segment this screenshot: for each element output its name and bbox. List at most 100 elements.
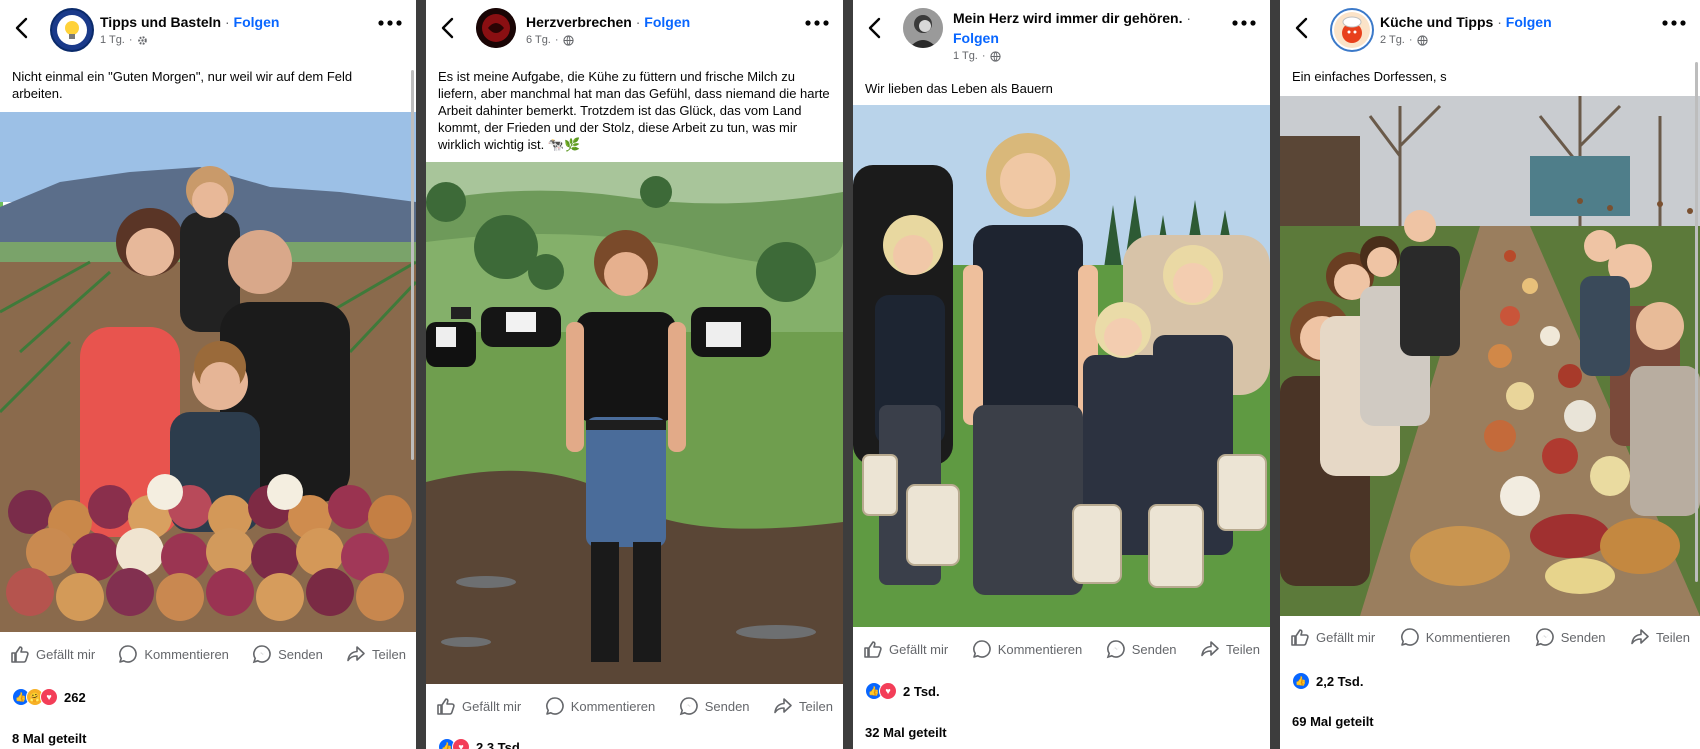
post-caption: Ein einfaches Dorfessen, s xyxy=(1292,69,1447,84)
reaction-count: 262 xyxy=(64,689,86,705)
portrait-icon xyxy=(903,8,943,48)
author-line: Mein Herz wird immer dir gehören. · xyxy=(953,10,1192,26)
send-button[interactable]: Senden xyxy=(252,640,323,668)
comment-button[interactable]: Kommentieren xyxy=(1400,623,1510,651)
like-button[interactable]: Gefällt mir xyxy=(863,635,948,663)
reaction-count: 2,2 Tsd. xyxy=(1316,673,1364,689)
post-image[interactable] xyxy=(1280,96,1700,616)
comment-button[interactable]: Kommentieren xyxy=(545,692,655,720)
share-arrow-icon xyxy=(773,696,793,716)
send-button[interactable]: Senden xyxy=(1535,623,1606,651)
avatar[interactable] xyxy=(1330,8,1374,52)
reaction-count: 2 Tsd. xyxy=(903,683,940,699)
like-button[interactable]: Gefällt mir xyxy=(10,640,95,668)
messenger-icon xyxy=(1106,639,1126,659)
author-line: Küche und Tipps · Folgen xyxy=(1380,14,1552,30)
post-header: Herzverbrechen · Folgen 6 Tg. · xyxy=(426,0,843,58)
scrollbar-thumb[interactable] xyxy=(1695,62,1698,582)
back-arrow-icon[interactable] xyxy=(12,16,32,40)
chef-icon xyxy=(1334,12,1370,48)
post-panel-kueche: Küche und Tipps · Folgen 2 Tg. · Ein ein… xyxy=(1280,0,1700,749)
globe-icon xyxy=(1417,35,1428,46)
post-time[interactable]: 1 Tg. xyxy=(100,34,125,46)
comment-icon xyxy=(1400,627,1420,647)
post-meta: 6 Tg. · xyxy=(526,34,574,46)
reaction-summary[interactable]: 👍 ♥ 2,3 Tsd. xyxy=(438,738,523,749)
follow-button[interactable]: Folgen xyxy=(1506,14,1552,30)
share-count[interactable]: 69 Mal geteilt xyxy=(1292,714,1374,729)
more-options-icon[interactable] xyxy=(1662,20,1686,26)
share-count[interactable]: 32 Mal geteilt xyxy=(865,725,947,740)
author-name[interactable]: Mein Herz wird immer dir gehören. xyxy=(953,10,1183,26)
post-time[interactable]: 1 Tg. xyxy=(953,50,978,62)
love-reaction-icon: ♥ xyxy=(452,738,470,749)
comment-icon xyxy=(118,644,138,664)
thumbs-up-icon xyxy=(863,639,883,659)
post-time[interactable]: 2 Tg. xyxy=(1380,34,1405,46)
avatar[interactable] xyxy=(476,8,516,48)
mother-children-milk-image xyxy=(853,105,1270,627)
share-arrow-icon xyxy=(1630,627,1650,647)
post-image[interactable] xyxy=(853,105,1270,627)
post-meta: 2 Tg. · xyxy=(1380,34,1428,46)
thumbs-up-icon xyxy=(10,644,30,664)
scrollbar-thumb[interactable] xyxy=(411,70,414,460)
comment-button[interactable]: Kommentieren xyxy=(972,635,1082,663)
love-reaction-icon: ♥ xyxy=(40,688,58,706)
reaction-summary[interactable]: 👍 🤗 ♥ 262 xyxy=(12,688,86,706)
back-arrow-icon[interactable] xyxy=(865,16,885,40)
post-actions: Gefällt mir Kommentieren Senden Teilen xyxy=(1280,623,1700,651)
share-count[interactable]: 8 Mal geteilt xyxy=(12,731,86,746)
author-line: Tipps und Basteln · Folgen xyxy=(100,14,280,30)
follow-button[interactable]: Folgen xyxy=(953,30,999,46)
post-meta: 1 Tg. · xyxy=(100,34,148,46)
lightbulb-icon xyxy=(57,15,87,45)
messenger-icon xyxy=(679,696,699,716)
farm-family-onions-image xyxy=(0,112,416,632)
share-button[interactable]: Teilen xyxy=(773,692,833,720)
post-caption: Nicht einmal ein "Guten Morgen", nur wei… xyxy=(12,69,353,101)
like-button[interactable]: Gefällt mir xyxy=(436,692,521,720)
share-button[interactable]: Teilen xyxy=(346,640,406,668)
post-panel-mein-herz: Mein Herz wird immer dir gehören. · Folg… xyxy=(853,0,1270,749)
author-name[interactable]: Herzverbrechen xyxy=(526,14,632,30)
post-caption: Wir lieben das Leben als Bauern xyxy=(865,81,1053,96)
village-feast-image xyxy=(1280,96,1700,616)
post-time[interactable]: 6 Tg. xyxy=(526,34,551,46)
reaction-summary[interactable]: 👍 2,2 Tsd. xyxy=(1292,672,1363,690)
more-options-icon[interactable] xyxy=(378,20,402,26)
follow-button[interactable]: Folgen xyxy=(234,14,280,30)
like-button[interactable]: Gefällt mir xyxy=(1290,623,1375,651)
post-image[interactable] xyxy=(426,162,843,684)
share-button[interactable]: Teilen xyxy=(1630,623,1690,651)
send-button[interactable]: Senden xyxy=(679,692,750,720)
comment-button[interactable]: Kommentieren xyxy=(118,640,229,668)
post-image[interactable] xyxy=(0,112,416,632)
avatar[interactable] xyxy=(50,8,94,52)
author-name[interactable]: Tipps und Basteln xyxy=(100,14,221,30)
messenger-icon xyxy=(252,644,272,664)
avatar[interactable] xyxy=(903,8,943,48)
more-options-icon[interactable] xyxy=(805,20,829,26)
more-options-icon[interactable] xyxy=(1232,20,1256,26)
post-panel-herzverbrechen: Herzverbrechen · Folgen 6 Tg. · Es ist m… xyxy=(426,0,843,749)
comment-icon xyxy=(972,639,992,659)
post-caption: Es ist meine Aufgabe, die Kühe zu fütter… xyxy=(438,69,830,152)
back-arrow-icon[interactable] xyxy=(438,16,458,40)
farm-woman-cows-image xyxy=(426,162,843,684)
reaction-count: 2,3 Tsd. xyxy=(476,739,524,749)
author-line: Herzverbrechen · Folgen xyxy=(526,14,691,30)
back-arrow-icon[interactable] xyxy=(1292,16,1312,40)
love-reaction-icon: ♥ xyxy=(879,682,897,700)
settings-gear-icon xyxy=(137,35,148,46)
author-name[interactable]: Küche und Tipps xyxy=(1380,14,1493,30)
reaction-summary[interactable]: 👍 ♥ 2 Tsd. xyxy=(865,682,940,700)
post-header: Küche und Tipps · Folgen 2 Tg. · xyxy=(1280,0,1700,58)
send-button[interactable]: Senden xyxy=(1106,635,1177,663)
globe-icon xyxy=(563,35,574,46)
follow-button[interactable]: Folgen xyxy=(644,14,690,30)
post-actions: Gefällt mir Kommentieren Senden Teilen xyxy=(853,635,1270,663)
thumbs-up-icon xyxy=(1290,627,1310,647)
share-button[interactable]: Teilen xyxy=(1200,635,1260,663)
globe-icon xyxy=(990,51,1001,62)
